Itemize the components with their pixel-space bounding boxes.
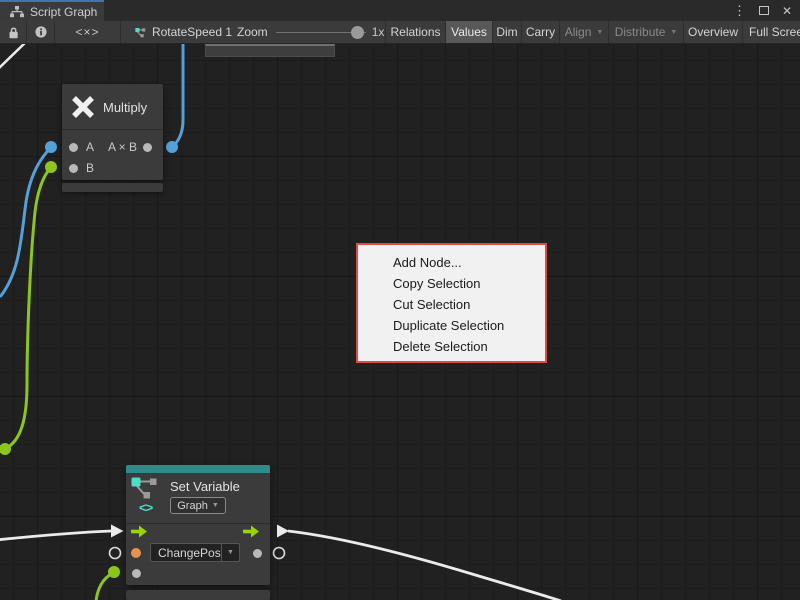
context-menu: Add Node... Copy Selection Cut Selection… (356, 243, 547, 363)
wire-end-dot-blue-a[interactable] (45, 141, 57, 153)
menu-item-add-node[interactable]: Add Node... (358, 252, 545, 273)
chevron-down-icon: ▼ (596, 29, 603, 36)
menu-item-duplicate-selection[interactable]: Duplicate Selection (358, 315, 545, 336)
align-dropdown[interactable]: Align ▼ (560, 21, 609, 43)
info-button[interactable] (27, 21, 55, 43)
multiply-icon (70, 94, 96, 120)
variable-kind-bar (126, 465, 270, 473)
graph-name: RotateSpeed 1 (152, 25, 232, 39)
relations-label: Relations (390, 25, 440, 39)
setvariable-header: <> Set Variable Graph ▼ (126, 473, 270, 524)
variable-name-label: ChangePos (151, 544, 221, 561)
partial-node-top[interactable] (205, 44, 335, 57)
node-multiply[interactable]: Multiply A A × B B (62, 84, 163, 180)
lock-icon (8, 26, 19, 39)
chevron-down-icon: ▼ (212, 502, 219, 509)
node-set-variable[interactable]: <> Set Variable Graph ▼ ChangePos ▼ (126, 465, 270, 585)
wire-green-into-multiply-b[interactable] (5, 167, 51, 449)
menu-item-delete-selection[interactable]: Delete Selection (358, 336, 545, 357)
dim-label: Dim (496, 25, 517, 39)
window-maximize-icon[interactable] (759, 6, 769, 15)
wire-end-dot-green-setvar[interactable] (108, 566, 120, 578)
code-brackets-icon: <×> (75, 25, 99, 39)
wire-blue-out-of-multiply[interactable] (172, 44, 183, 147)
flow-arrowhead-out (277, 525, 289, 538)
wire-flow-into-setvariable[interactable] (0, 531, 111, 540)
chevron-down-icon: ▼ (227, 549, 234, 556)
graph-canvas[interactable]: Multiply A A × B B <> Set Variable Graph… (0, 44, 800, 600)
setvariable-title: Set Variable (170, 479, 240, 494)
distribute-dropdown[interactable]: Distribute ▼ (609, 21, 684, 43)
graph-breadcrumb[interactable]: RotateSpeed 1 (121, 21, 232, 43)
wire-flow-out-of-setvariable[interactable] (288, 531, 561, 600)
multiply-title: Multiply (103, 100, 147, 115)
script-graph-icon (135, 25, 146, 40)
setvariable-value-port[interactable] (132, 569, 141, 578)
zoom-slider[interactable] (276, 32, 366, 33)
lock-button[interactable] (0, 21, 27, 43)
zoom-control: Zoom 1x (232, 21, 386, 43)
flow-arrowhead-in (111, 525, 124, 538)
align-label: Align (565, 25, 592, 39)
tab-label: Script Graph (30, 5, 97, 19)
multiply-port-b-label: B (86, 161, 94, 175)
wire-white-topleft[interactable] (0, 44, 29, 71)
carry-toggle[interactable]: Carry (522, 21, 560, 43)
multiply-footer (62, 183, 163, 192)
menu-item-copy-selection[interactable]: Copy Selection (358, 273, 545, 294)
carry-label: Carry (526, 25, 555, 39)
wire-blue-into-multiply-a[interactable] (0, 147, 51, 297)
fullscreen-label: Full Screen (749, 25, 800, 39)
chevron-down-icon: ▼ (670, 29, 677, 36)
zoom-slider-handle[interactable] (351, 26, 364, 39)
flow-output-arrow-icon[interactable] (243, 525, 259, 538)
code-view-button[interactable]: <×> (55, 21, 121, 43)
overview-label: Overview (688, 25, 738, 39)
overview-button[interactable]: Overview (684, 21, 743, 43)
setvariable-output-port[interactable] (253, 549, 262, 558)
multiply-port-b[interactable] (69, 164, 78, 173)
wire-end-dot-blue-out[interactable] (166, 141, 178, 153)
multiply-port-result[interactable] (143, 143, 152, 152)
variable-brackets-icon: <> (139, 500, 152, 515)
menu-item-cut-selection[interactable]: Cut Selection (358, 294, 545, 315)
relations-toggle[interactable]: Relations (386, 21, 446, 43)
variable-scope-label: Graph (177, 500, 208, 512)
distribute-label: Distribute (615, 25, 666, 39)
multiply-port-a[interactable] (69, 143, 78, 152)
wire-end-dot-green-b[interactable] (45, 161, 57, 173)
titlebar: Script Graph ⋮ ✕ (0, 0, 800, 21)
setvariable-footer (126, 590, 270, 600)
dim-toggle[interactable]: Dim (493, 21, 522, 43)
flow-input-arrow-icon[interactable] (131, 525, 147, 538)
window-close-icon[interactable]: ✕ (782, 5, 792, 17)
graph-toolbar: <×> RotateSpeed 1 Zoom 1x Relations Valu… (0, 21, 800, 44)
value-ring-left[interactable] (110, 548, 121, 559)
multiply-output-label: A × B (108, 140, 137, 154)
fullscreen-button[interactable]: Full Screen (743, 21, 800, 43)
variable-scope-dropdown[interactable]: Graph ▼ (170, 497, 226, 514)
zoom-value: 1x (372, 25, 385, 39)
value-ring-right[interactable] (274, 548, 285, 559)
window-menu-icon[interactable]: ⋮ (733, 4, 746, 17)
multiply-header: Multiply (62, 84, 163, 130)
values-toggle[interactable]: Values (446, 21, 493, 43)
setvariable-name-port[interactable] (131, 548, 141, 558)
values-label: Values (451, 25, 487, 39)
info-icon (35, 26, 47, 38)
multiply-port-a-label: A (86, 140, 94, 154)
zoom-label: Zoom (237, 25, 268, 39)
variable-name-dropdown[interactable]: ChangePos ▼ (150, 543, 240, 562)
tab-script-graph[interactable]: Script Graph (0, 0, 104, 21)
set-variable-icon (131, 477, 161, 499)
graph-tree-icon (10, 6, 24, 18)
